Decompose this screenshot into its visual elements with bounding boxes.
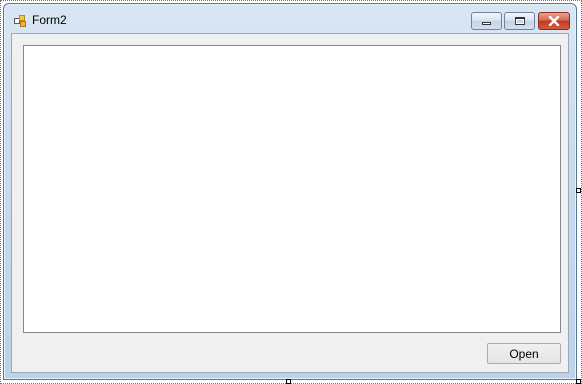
close-button[interactable] <box>538 12 570 30</box>
open-button[interactable]: Open <box>487 343 561 364</box>
form-window: Form2 Open <box>3 3 577 380</box>
maximize-button[interactable] <box>504 12 535 30</box>
maximize-icon <box>514 17 525 25</box>
resize-handle-bottom[interactable] <box>286 379 291 384</box>
form-client-area: Open <box>11 33 569 373</box>
title-bar[interactable]: Form2 <box>4 4 576 34</box>
window-title: Form2 <box>32 13 67 27</box>
resize-handle-right[interactable] <box>576 188 581 193</box>
minimize-icon <box>482 22 491 25</box>
content-panel[interactable] <box>23 45 561 333</box>
minimize-button[interactable] <box>471 12 502 30</box>
winforms-app-icon <box>14 15 28 27</box>
resize-handle-bottom-right[interactable] <box>576 379 581 384</box>
close-icon <box>548 16 560 26</box>
